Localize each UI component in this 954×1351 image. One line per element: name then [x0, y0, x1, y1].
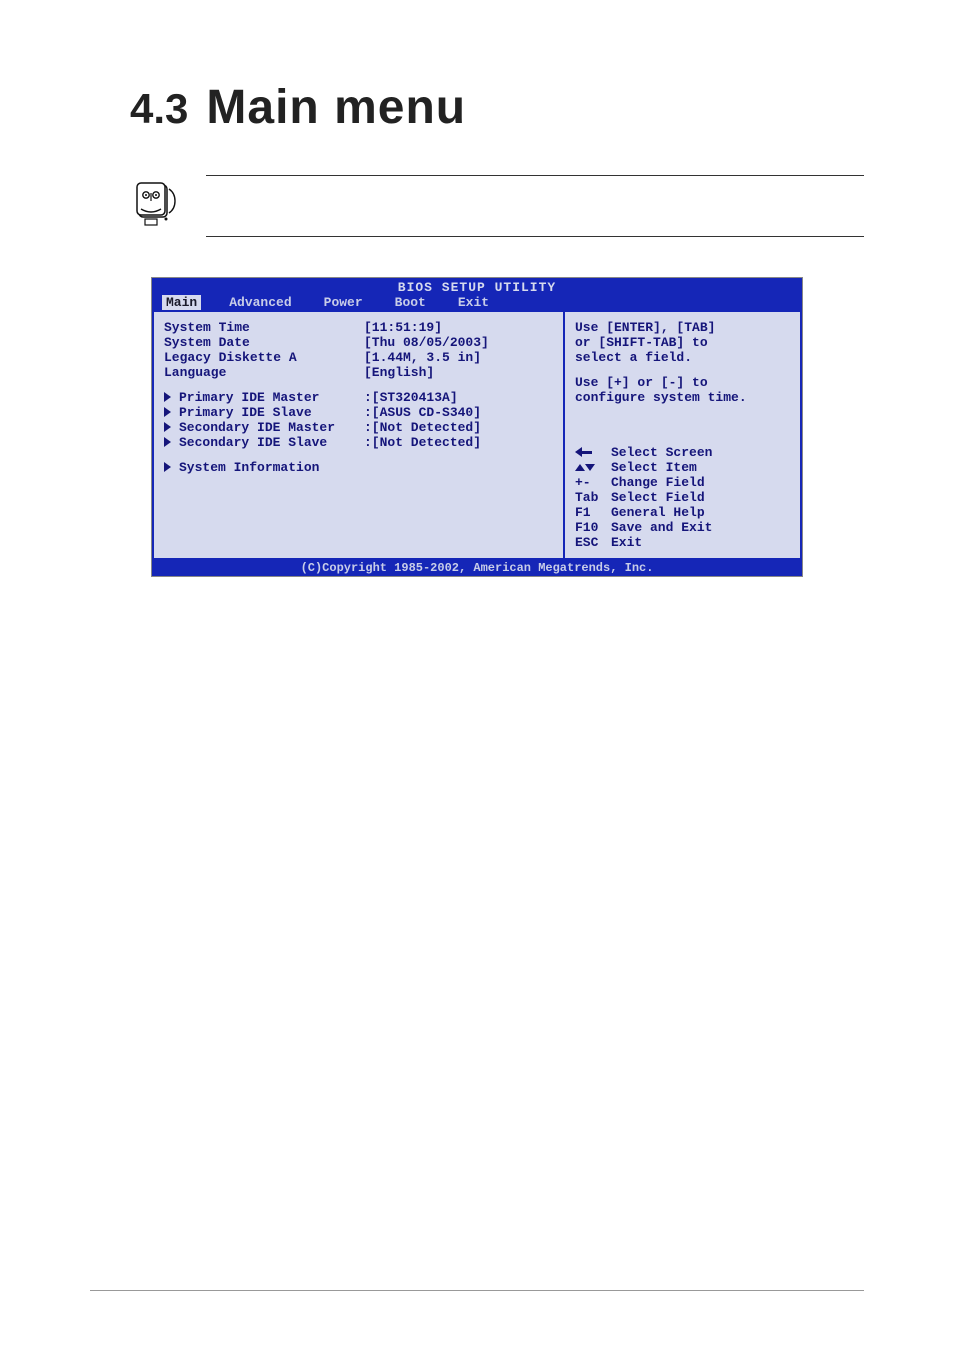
submenu-primary-ide-slave[interactable]: Primary IDE Slave :[ASUS CD-S340] [164, 405, 553, 420]
submenu-secondary-ide-slave[interactable]: Secondary IDE Slave :[Not Detected] [164, 435, 553, 450]
field-language[interactable]: Language [English] [164, 365, 553, 380]
triangle-right-icon [164, 422, 171, 432]
submenu-value: :[Not Detected] [364, 420, 481, 435]
field-label: Legacy Diskette A [164, 350, 364, 365]
field-legacy-diskette-a[interactable]: Legacy Diskette A [1.44M, 3.5 in] [164, 350, 553, 365]
key-row: Select Item [575, 460, 790, 475]
bios-screenshot: BIOS SETUP UTILITY Main Advanced Power B… [151, 277, 803, 577]
footer-rule [90, 1290, 864, 1291]
bios-tab-main[interactable]: Main [162, 295, 201, 310]
key-row: +- Change Field [575, 475, 790, 490]
key-label: +- [575, 475, 611, 490]
submenu-label: Secondary IDE Slave [179, 435, 327, 450]
field-label: System Time [164, 320, 364, 335]
triangle-right-icon [164, 462, 171, 472]
page: 4.3 Main menu BIOS SETUP UTILITY Main [0, 0, 954, 1351]
triangle-right-icon [164, 437, 171, 447]
field-value: [English] [364, 365, 434, 380]
field-value: [1.44M, 3.5 in] [364, 350, 481, 365]
note-robot-icon [130, 179, 186, 233]
arrow-updown-icon [575, 460, 611, 475]
section-number: 4.3 [130, 85, 188, 132]
key-row: ESC Exit [575, 535, 790, 550]
section-title: Main menu [206, 81, 466, 134]
arrow-left-icon [575, 445, 611, 460]
bios-tab-exit[interactable]: Exit [454, 295, 493, 310]
submenu-secondary-ide-master[interactable]: Secondary IDE Master :[Not Detected] [164, 420, 553, 435]
help-line: select a field. [575, 350, 790, 365]
key-desc: Change Field [611, 475, 705, 490]
key-label: F1 [575, 505, 611, 520]
key-desc: Select Item [611, 460, 697, 475]
submenu-primary-ide-master[interactable]: Primary IDE Master :[ST320413A] [164, 390, 553, 405]
submenu-value: :[Not Detected] [364, 435, 481, 450]
key-row: F10 Save and Exit [575, 520, 790, 535]
key-row: Select Screen [575, 445, 790, 460]
submenu-value: :[ST320413A] [364, 390, 458, 405]
key-desc: Select Screen [611, 445, 712, 460]
key-label: Tab [575, 490, 611, 505]
key-legend: Select Screen Select Item +- Change Fiel… [575, 445, 790, 550]
submenu-system-information[interactable]: System Information [164, 460, 553, 475]
note-text [206, 175, 864, 237]
submenu-label: Primary IDE Slave [179, 405, 312, 420]
submenu-label: Secondary IDE Master [179, 420, 335, 435]
key-desc: General Help [611, 505, 705, 520]
bios-tab-power[interactable]: Power [320, 295, 367, 310]
bios-main-panel: System Time [11:51:19] System Date [Thu … [152, 312, 565, 560]
help-line: Use [ENTER], [TAB] [575, 320, 790, 335]
key-desc: Exit [611, 535, 642, 550]
help-line: or [SHIFT-TAB] to [575, 335, 790, 350]
key-row: F1 General Help [575, 505, 790, 520]
field-value: [11:51:19] [364, 320, 442, 335]
field-system-date[interactable]: System Date [Thu 08/05/2003] [164, 335, 553, 350]
key-label: F10 [575, 520, 611, 535]
submenu-value: :[ASUS CD-S340] [364, 405, 481, 420]
section-heading: 4.3 Main menu [130, 80, 864, 135]
key-row: Tab Select Field [575, 490, 790, 505]
bios-help-panel: Use [ENTER], [TAB] or [SHIFT-TAB] to sel… [565, 312, 802, 560]
field-label: System Date [164, 335, 364, 350]
help-line: Use [+] or [-] to [575, 375, 790, 390]
bios-menubar: Main Advanced Power Boot Exit [152, 295, 802, 312]
field-label: Language [164, 365, 364, 380]
key-desc: Select Field [611, 490, 705, 505]
key-desc: Save and Exit [611, 520, 712, 535]
triangle-right-icon [164, 407, 171, 417]
bios-title: BIOS SETUP UTILITY [152, 278, 802, 295]
help-line: configure system time. [575, 390, 790, 405]
bios-tab-advanced[interactable]: Advanced [225, 295, 295, 310]
bios-tab-boot[interactable]: Boot [391, 295, 430, 310]
field-value: [Thu 08/05/2003] [364, 335, 489, 350]
field-system-time[interactable]: System Time [11:51:19] [164, 320, 553, 335]
bios-body: System Time [11:51:19] System Date [Thu … [152, 312, 802, 560]
help-text: Use [ENTER], [TAB] or [SHIFT-TAB] to sel… [575, 320, 790, 405]
key-label: ESC [575, 535, 611, 550]
bios-copyright: (C)Copyright 1985-2002, American Megatre… [152, 560, 802, 576]
submenu-label: System Information [179, 460, 319, 475]
triangle-right-icon [164, 392, 171, 402]
note-block [130, 175, 864, 237]
submenu-label: Primary IDE Master [179, 390, 319, 405]
